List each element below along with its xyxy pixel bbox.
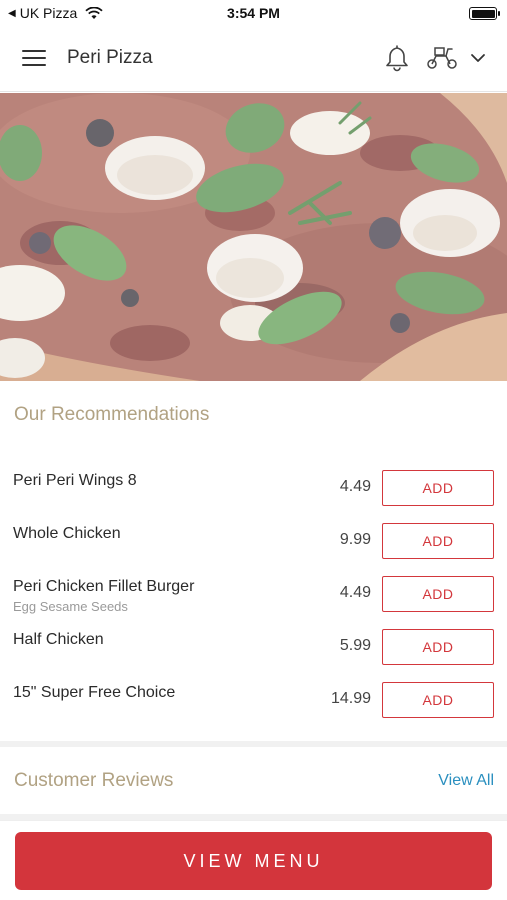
menu-icon[interactable]	[22, 50, 46, 68]
battery-icon	[469, 7, 500, 20]
item-description: Egg Sesame Seeds	[13, 599, 128, 614]
list-item: Peri Peri Wings 8 4.49 ADD	[0, 462, 507, 515]
item-name: Whole Chicken	[13, 525, 121, 542]
item-price: 4.49	[339, 584, 371, 601]
item-name: Peri Chicken Fillet Burger	[13, 578, 195, 595]
item-price: 14.99	[330, 690, 371, 707]
view-menu-button[interactable]: VIEW MENU	[15, 832, 492, 890]
view-all-link[interactable]: View All	[438, 772, 494, 790]
item-name: 15" Super Free Choice	[13, 684, 176, 701]
page-title: Peri Pizza	[67, 47, 153, 68]
app-header: Peri Pizza	[0, 28, 507, 92]
item-price: 9.99	[339, 531, 371, 548]
add-button[interactable]: ADD	[382, 682, 494, 718]
reviews-title: Customer Reviews	[14, 770, 174, 791]
list-item: Half Chicken 5.99 ADD	[0, 621, 507, 674]
scooter-icon[interactable]	[426, 46, 458, 70]
item-price: 5.99	[339, 637, 371, 654]
add-button[interactable]: ADD	[382, 470, 494, 506]
hero-pizza-image	[0, 93, 507, 381]
add-button[interactable]: ADD	[382, 523, 494, 559]
list-item: Whole Chicken 9.99 ADD	[0, 515, 507, 568]
item-name: Peri Peri Wings 8	[13, 472, 137, 489]
list-item: Peri Chicken Fillet Burger Egg Sesame Se…	[0, 568, 507, 621]
recommendations-title: Our Recommendations	[14, 404, 210, 425]
chevron-down-icon[interactable]	[470, 52, 486, 64]
add-button[interactable]: ADD	[382, 629, 494, 665]
item-name: Half Chicken	[13, 631, 104, 648]
bell-icon[interactable]	[384, 44, 410, 72]
status-bar: ◀ UK Pizza 3:54 PM	[0, 0, 507, 28]
status-time: 3:54 PM	[227, 5, 280, 21]
bottom-bar: VIEW MENU	[0, 820, 507, 900]
section-divider	[0, 741, 507, 747]
add-button[interactable]: ADD	[382, 576, 494, 612]
item-price: 4.49	[339, 478, 371, 495]
list-item: 15" Super Free Choice 14.99 ADD	[0, 674, 507, 727]
recommendations-list: Peri Peri Wings 8 4.49 ADD Whole Chicken…	[0, 462, 507, 727]
